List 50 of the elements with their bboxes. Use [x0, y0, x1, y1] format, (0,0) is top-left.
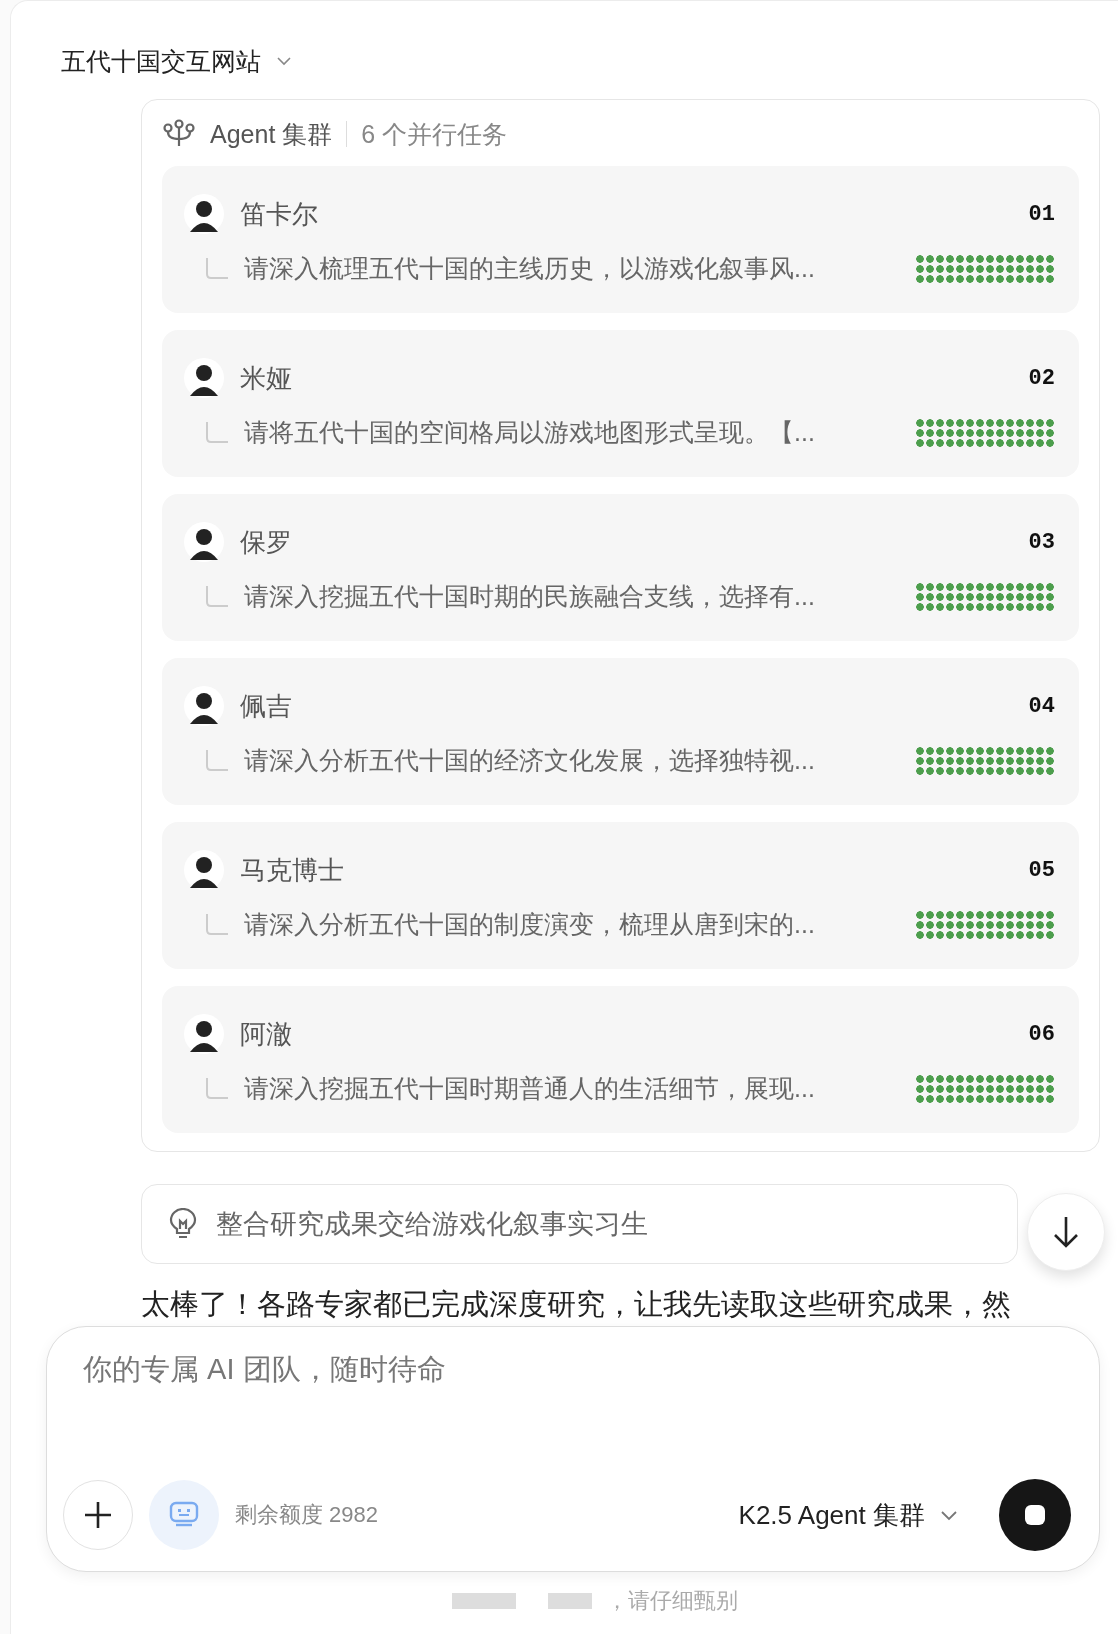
task-card[interactable]: 阿澈 06 请深入挖掘五代十国时期普通人的生活细节，展现...	[162, 986, 1079, 1133]
avatar-icon	[184, 1014, 224, 1054]
task-card[interactable]: 马克博士 05 请深入分析五代十国的制度演变，梳理从唐到宋的...	[162, 822, 1079, 969]
branch-icon	[162, 119, 196, 149]
avatar-icon	[184, 686, 224, 726]
lightbulb-icon	[168, 1208, 198, 1240]
task-number: 05	[1028, 857, 1055, 883]
stop-icon	[1023, 1503, 1047, 1527]
agent-name: 保罗	[240, 525, 293, 559]
task-card[interactable]: 佩吉 04 请深入分析五代十国的经济文化发展，选择独特视...	[162, 658, 1079, 805]
task-count: 6 个并行任务	[361, 118, 508, 150]
task-description: 请深入挖掘五代十国时期的民族融合支线，选择有...	[244, 581, 816, 612]
hook-icon	[204, 419, 230, 446]
message-input[interactable]: 你的专属 AI 团队，随时待命	[63, 1349, 1071, 1389]
model-selector[interactable]: K2.5 Agent 集群	[738, 1497, 959, 1533]
avatar-icon	[184, 850, 224, 890]
task-description: 请深入分析五代十国的经济文化发展，选择独特视...	[244, 745, 816, 776]
task-description: 请深入分析五代十国的制度演变，梳理从唐到宋的...	[244, 909, 816, 940]
task-number: 03	[1028, 529, 1055, 555]
agent-name: 米娅	[240, 361, 293, 395]
quota-text: 剩余额度 2982	[235, 1501, 380, 1529]
task-description: 请深入梳理五代十国的主线历史，以游戏化叙事风...	[244, 253, 816, 284]
task-description: 请深入挖掘五代十国时期普通人的生活细节，展现...	[244, 1073, 816, 1104]
panel-label: Agent 集群	[210, 118, 333, 150]
plus-icon	[83, 1500, 113, 1530]
agent-name: 佩吉	[240, 689, 293, 723]
agent-name: 阿澈	[240, 1017, 293, 1051]
hook-icon	[204, 747, 230, 774]
disclaimer-text: ，请仔细甄别	[605, 1587, 738, 1615]
suggestion-text: 整合研究成果交给游戏化叙事实习生	[216, 1208, 648, 1241]
avatar-icon	[184, 522, 224, 562]
task-number: 04	[1028, 693, 1055, 719]
task-card[interactable]: 米娅 02 请将五代十国的空间格局以游戏地图形式呈现。【...	[162, 330, 1079, 477]
task-description: 请将五代十国的空间格局以游戏地图形式呈现。【...	[244, 417, 816, 448]
avatar-icon	[184, 194, 224, 234]
project-title[interactable]: 五代十国交互网站	[61, 44, 261, 78]
task-card[interactable]: 保罗 03 请深入挖掘五代十国时期的民族融合支线，选择有...	[162, 494, 1079, 641]
task-number: 06	[1028, 1021, 1055, 1047]
hook-icon	[204, 583, 230, 610]
hook-icon	[204, 255, 230, 282]
agent-name: 马克博士	[240, 853, 345, 887]
reply-text: 太棒了！各路专家都已完成深度研究，让我先读取这些研究成果，然	[141, 1287, 1012, 1322]
hook-icon	[204, 911, 230, 938]
task-number: 01	[1028, 201, 1055, 227]
agent-name: 笛卡尔	[240, 197, 319, 231]
hook-icon	[204, 1075, 230, 1102]
task-number: 02	[1028, 365, 1055, 391]
arrow-down-icon	[1051, 1215, 1081, 1249]
task-card[interactable]: 笛卡尔 01 请深入梳理五代十国的主线历史，以游戏化叙事风...	[162, 166, 1079, 313]
avatar-icon	[184, 358, 224, 398]
